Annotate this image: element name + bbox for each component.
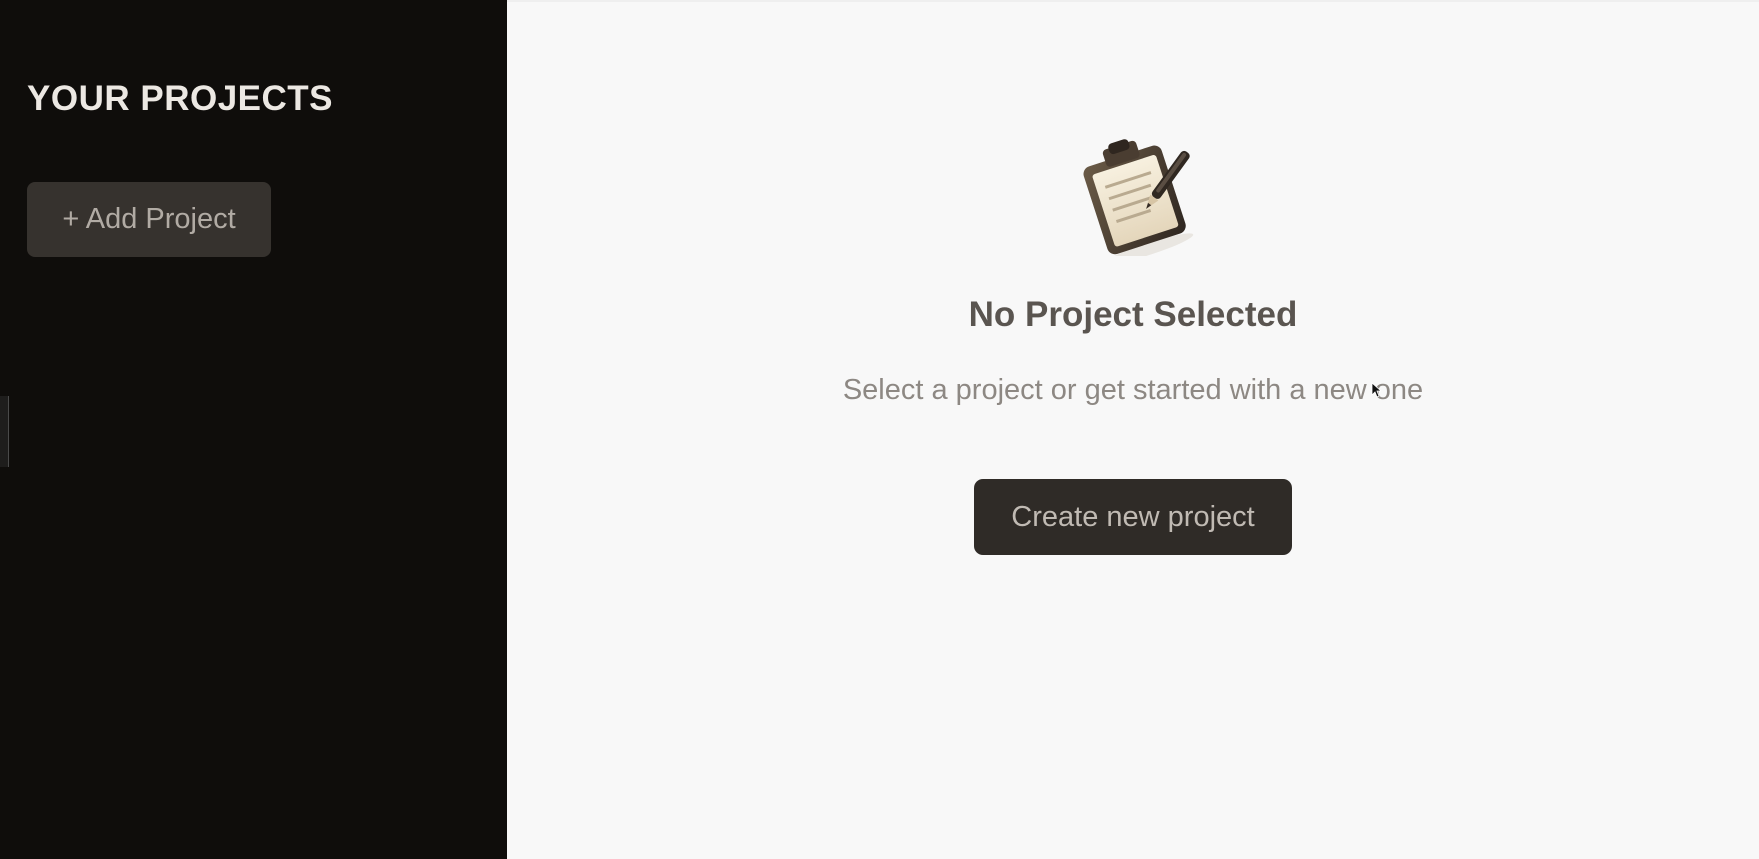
sidebar-title: YOUR PROJECTS	[27, 79, 333, 118]
sidebar-edge-handle[interactable]	[0, 396, 9, 467]
add-project-button[interactable]: + Add Project	[27, 182, 271, 257]
sidebar: YOUR PROJECTS + Add Project	[0, 0, 507, 859]
create-new-project-button[interactable]: Create new project	[974, 479, 1292, 555]
main-content: No Project Selected Select a project or …	[507, 0, 1759, 859]
empty-state-subtitle: Select a project or get started with a n…	[842, 374, 1424, 406]
clipboard-icon	[1083, 139, 1194, 256]
empty-state: No Project Selected Select a project or …	[507, 130, 1759, 555]
empty-state-title: No Project Selected	[968, 295, 1298, 334]
mouse-cursor-icon	[1371, 382, 1381, 398]
app-window: YOUR PROJECTS + Add Project No Project S…	[0, 0, 1759, 859]
